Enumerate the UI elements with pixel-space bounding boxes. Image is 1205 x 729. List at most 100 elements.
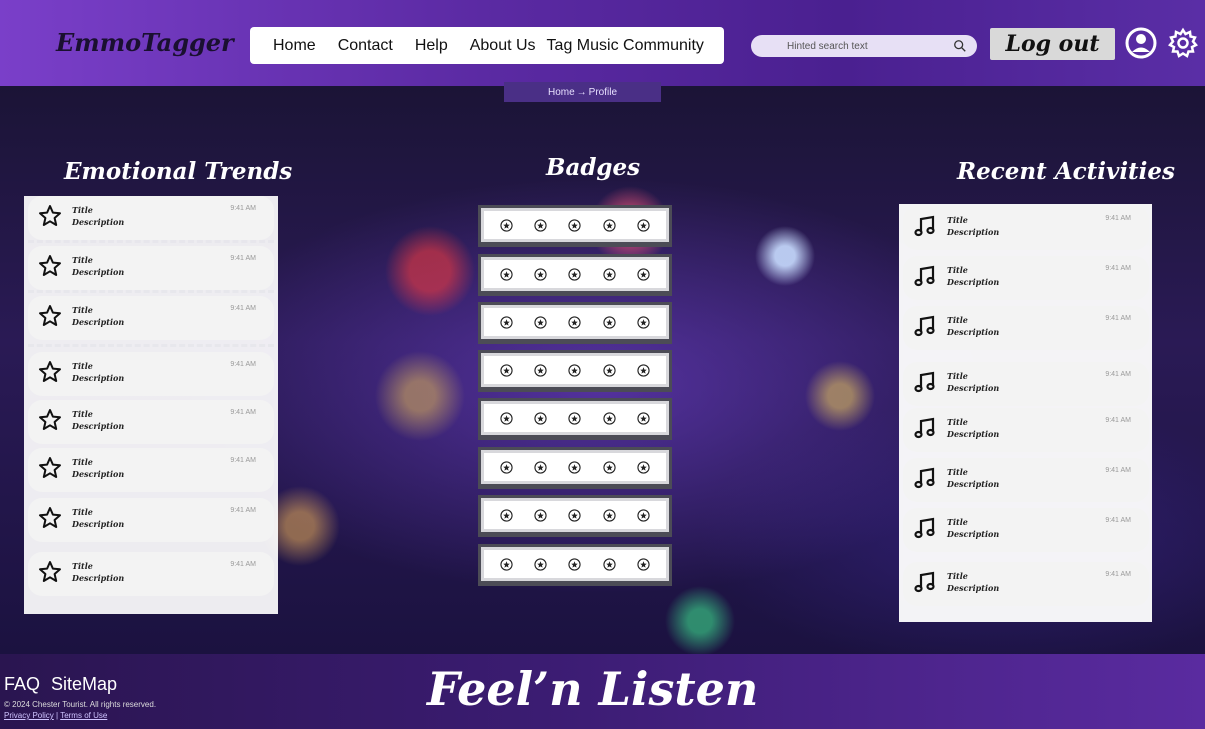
music-note-icon [914,215,935,237]
star-badge-icon[interactable] [603,557,616,571]
trend-item[interactable]: Title Description 9:41 AM [28,352,274,396]
badge-row [478,302,672,344]
legal-separator: | [56,711,59,720]
item-title: Title [947,571,968,581]
star-badge-icon[interactable] [568,363,582,377]
item-description: Description [72,267,125,277]
item-description: Description [947,583,1000,593]
recent-activity-item[interactable]: Title Description 9:41 AM [903,508,1149,552]
music-note-icon [914,265,935,287]
star-badge-icon[interactable] [637,363,650,377]
item-title: Title [947,371,968,381]
trend-item[interactable]: Title Description 9:41 AM [28,400,274,444]
app-logo[interactable]: EmmoTagger [56,28,234,57]
emotional-trends-panel: Title Description 9:41 AM Title Description 9… [24,196,278,614]
star-badge-icon[interactable] [568,267,582,281]
trend-item[interactable]: Title Description 9:41 AM [28,552,274,596]
star-badge-icon[interactable] [500,508,513,522]
nav-about-us[interactable]: About Us [470,37,536,55]
star-badge-icon[interactable] [603,460,616,474]
music-note-icon [914,315,935,337]
star-badge-icon[interactable] [534,460,547,474]
nav-home[interactable]: Home [273,37,316,55]
recent-activity-item[interactable]: Title Description 9:41 AM [903,206,1149,250]
nav-help[interactable]: Help [415,37,448,55]
star-badge-icon[interactable] [534,363,547,377]
privacy-policy-link[interactable]: Privacy Policy [4,711,54,720]
star-badge-icon[interactable] [603,218,616,232]
star-badge-icon[interactable] [500,315,513,329]
star-badge-icon[interactable] [534,411,547,425]
item-time: 9:41 AM [230,205,256,212]
sitemap-link[interactable]: SiteMap [51,674,117,694]
star-badge-icon[interactable] [603,267,616,281]
star-icon [39,305,61,326]
item-description: Description [947,227,1000,237]
star-badge-icon[interactable] [500,557,513,571]
nav-contact[interactable]: Contact [338,37,393,55]
item-description: Description [72,469,125,479]
star-badge-icon[interactable] [568,315,582,329]
item-description: Description [947,383,1000,393]
item-title: Title [72,561,93,571]
footer-links: FAQ SiteMap [4,674,123,695]
item-title: Title [72,361,93,371]
recent-activity-item[interactable]: Title Description 9:41 AM [903,256,1149,300]
breadcrumb-home[interactable]: Home [548,87,575,98]
star-badge-icon[interactable] [500,267,513,281]
star-badge-icon[interactable] [637,557,650,571]
star-badge-icon[interactable] [603,508,616,522]
faq-link[interactable]: FAQ [4,674,40,694]
star-badge-icon[interactable] [603,363,616,377]
user-profile-icon[interactable] [1124,26,1158,60]
star-badge-icon[interactable] [534,218,547,232]
star-badge-icon[interactable] [534,267,547,281]
star-badge-icon[interactable] [500,411,513,425]
search-icon[interactable] [953,39,967,53]
star-badge-icon[interactable] [534,508,547,522]
trend-item[interactable]: Title Description 9:41 AM [28,246,274,290]
star-icon [39,409,61,430]
search-input[interactable] [787,40,953,52]
star-badge-icon[interactable] [568,218,582,232]
terms-of-use-link[interactable]: Terms of Use [60,711,107,720]
star-badge-icon[interactable] [637,315,650,329]
music-note-icon [914,467,935,489]
badge-row [478,495,672,537]
star-badge-icon[interactable] [637,508,650,522]
item-description: Description [72,317,125,327]
item-title: Title [947,517,968,527]
star-badge-icon[interactable] [568,508,582,522]
nav-tag-music-community[interactable]: Tag Music Community [547,37,704,55]
trend-item[interactable]: Title Description 9:41 AM [28,448,274,492]
star-badge-icon[interactable] [568,411,582,425]
star-badge-icon[interactable] [568,557,582,571]
star-badge-icon[interactable] [500,363,513,377]
recent-activity-item[interactable]: Title Description 9:41 AM [903,306,1149,350]
star-badge-icon[interactable] [500,218,513,232]
star-badge-icon[interactable] [603,315,616,329]
star-badge-icon[interactable] [500,460,513,474]
trend-item[interactable]: Title Description 9:41 AM [28,296,274,340]
gear-icon[interactable] [1166,26,1200,60]
star-badge-icon[interactable] [637,411,650,425]
star-badge-icon[interactable] [534,557,547,571]
recent-activity-item[interactable]: Title Description 9:41 AM [903,562,1149,606]
star-badge-icon[interactable] [603,411,616,425]
star-badge-icon[interactable] [637,460,650,474]
star-badge-icon[interactable] [534,315,547,329]
recent-activity-item[interactable]: Title Description 9:41 AM [903,458,1149,502]
trend-item[interactable]: Title Description 9:41 AM [28,196,274,240]
star-badge-icon[interactable] [637,267,650,281]
item-title: Title [72,507,93,517]
recent-activities-panel: Title Description 9:41 AM Title Description 9… [899,204,1152,622]
logout-button[interactable]: Log out [990,28,1115,60]
star-badge-icon[interactable] [637,218,650,232]
star-badge-icon[interactable] [568,460,582,474]
star-icon [39,205,61,226]
recent-activity-item[interactable]: Title Description 9:41 AM [903,362,1149,406]
item-description: Description [72,217,125,227]
trend-item[interactable]: Title Description 9:41 AM [28,498,274,542]
recent-activity-item[interactable]: Title Description 9:41 AM [903,408,1149,452]
item-title: Title [947,215,968,225]
